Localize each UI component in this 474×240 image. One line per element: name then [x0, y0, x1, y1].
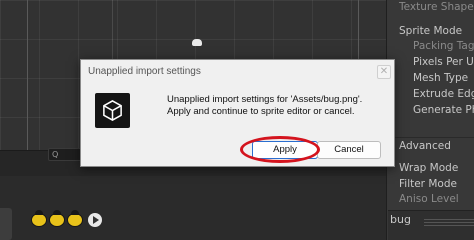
resize-grip[interactable]	[424, 219, 474, 227]
inspector-row-generate-physics[interactable]: Generate Ph	[413, 103, 474, 117]
selected-asset-thumb[interactable]	[0, 208, 12, 240]
apply-highlight-ring	[240, 136, 320, 163]
asset-browser	[0, 176, 386, 240]
sprite-preview[interactable]	[192, 39, 202, 46]
bug-sprite-icon	[48, 210, 66, 228]
inspector-row-packing-tag[interactable]: Packing Tag	[413, 39, 474, 53]
bug-sprite-icon	[30, 210, 48, 228]
inspector-row-wrap-mode[interactable]: Wrap Mode	[399, 161, 458, 175]
unapplied-import-dialog: Unapplied import settings ✕ Unapplied im…	[80, 59, 395, 167]
dialog-titlebar: Unapplied import settings ✕	[81, 60, 394, 86]
cancel-button[interactable]: Cancel	[317, 141, 381, 159]
close-icon[interactable]: ✕	[377, 65, 391, 79]
preview-asset-name: bug	[390, 213, 411, 226]
canvas-frame-left	[27, 0, 28, 150]
inspector-divider	[388, 137, 474, 138]
inspector-row-pixels-per-unit[interactable]: Pixels Per Un	[413, 55, 474, 69]
play-icon[interactable]	[88, 213, 102, 227]
inspector-preview-header: bug	[388, 210, 474, 240]
inspector-row-filter-mode[interactable]: Filter Mode	[399, 177, 457, 191]
dialog-message: Unapplied import settings for 'Assets/bu…	[167, 94, 363, 117]
inspector-section-advanced[interactable]: Advanced	[399, 139, 451, 153]
inspector-row-extrude-edges[interactable]: Extrude Edge	[413, 87, 474, 101]
inspector-row-mesh-type[interactable]: Mesh Type	[413, 71, 468, 85]
unity-logo-icon	[95, 93, 130, 128]
bug-sprite-strip[interactable]	[30, 210, 102, 230]
bug-sprite-icon	[66, 210, 84, 228]
inspector-row-sprite-mode[interactable]: Sprite Mode	[399, 24, 462, 38]
inspector-row-aniso-level[interactable]: Aniso Level	[399, 192, 459, 206]
inspector-row-texture-shape[interactable]: Texture Shape	[399, 0, 474, 14]
dialog-title: Unapplied import settings	[88, 66, 201, 77]
inspector-panel: Texture Shape Sprite Mode Packing Tag Pi…	[386, 0, 474, 240]
